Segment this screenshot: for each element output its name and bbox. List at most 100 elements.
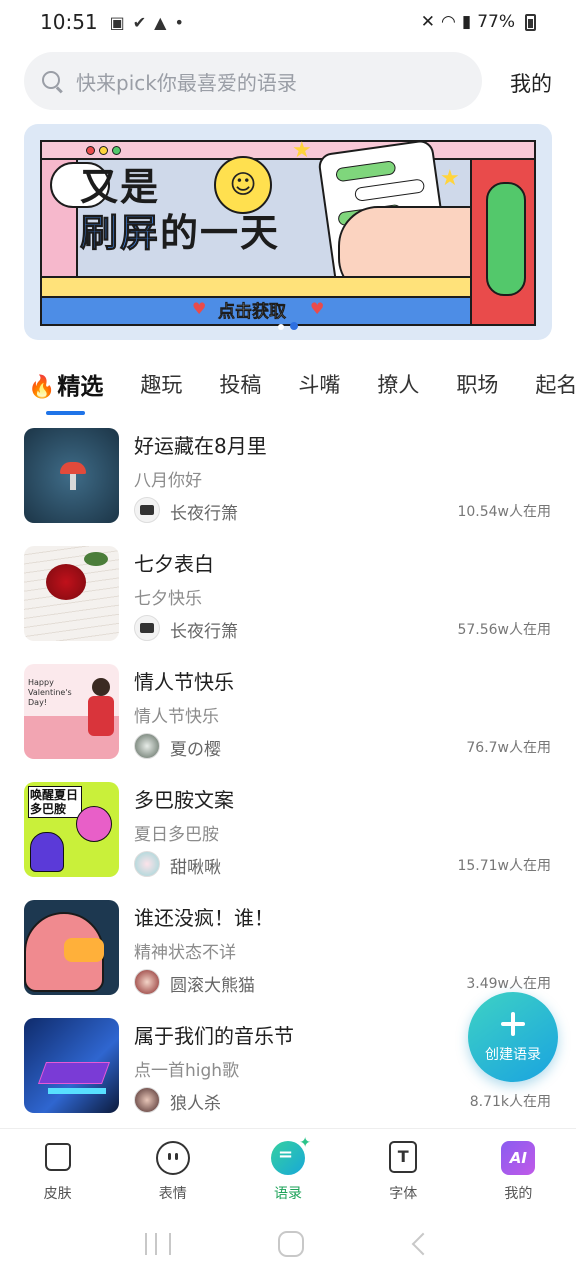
item-title: 七夕表白 [134, 552, 214, 576]
thumb-caption: 唤醒夏日多巴胺 [28, 786, 82, 818]
item-author: 长夜行箫 [170, 504, 238, 524]
plus-icon [501, 1012, 525, 1036]
status-time: 10:51 [40, 10, 98, 34]
status-bar: 10:51 ▣ ✔ ▲ • ✕ ◠ ▮ 77% [0, 0, 576, 44]
banner-pagination [24, 315, 552, 334]
face-icon [155, 1141, 190, 1175]
list-item[interactable]: 七夕表白 七夕快乐 长夜行箫 57.56w人在用 [0, 536, 576, 654]
list-item[interactable]: 好运藏在8月里 八月你好 长夜行箫 10.54w人在用 [0, 418, 576, 536]
avatar [134, 733, 160, 759]
light-bar [48, 1088, 106, 1094]
girl-dress [88, 696, 114, 736]
item-user-count: 76.7w人在用 [466, 740, 551, 756]
check-icon: ✔ [132, 12, 147, 32]
avatar [134, 969, 160, 995]
item-title: 多巴胺文案 [134, 788, 234, 812]
shirt-icon [44, 1143, 71, 1171]
umbrella-icon [60, 462, 86, 474]
girl-figure [92, 678, 110, 696]
nav-quotes[interactable]: 语录 [230, 1129, 345, 1208]
search-placeholder: 快来pick你最喜爱的语录 [76, 70, 297, 95]
battery-icon [525, 13, 536, 31]
page-dot-active [290, 322, 298, 330]
tab-workplace[interactable]: 职场 [456, 369, 498, 399]
tab-label: 精选 [57, 374, 104, 400]
item-subtitle: 点一首high歌 [134, 1061, 240, 1081]
item-thumbnail [24, 900, 119, 995]
tab-banter[interactable]: 斗嘴 [298, 369, 340, 399]
promo-banner[interactable]: 又是 刷屏的一天 ☺ ★ ★ ♥ ♥ 点击获取 [24, 124, 552, 340]
banner-title-highlight: 刷屏 [79, 211, 161, 256]
banner-yellow-strip [42, 276, 470, 296]
chat-bubble [335, 160, 397, 183]
mute-icon: ✕ [420, 12, 435, 32]
window-dot-icon [112, 146, 121, 155]
tab-submit[interactable]: 投稿 [219, 369, 261, 399]
font-icon [389, 1141, 418, 1173]
ai-icon: AI [501, 1141, 536, 1175]
avatar [134, 1087, 160, 1113]
window-dot-icon [99, 146, 108, 155]
battery-percent: 77% [477, 12, 515, 32]
status-right: ✕ ◠ ▮ 77% [421, 12, 536, 32]
item-thumbnail [24, 1018, 119, 1113]
nav-mine[interactable]: AI 我的 [461, 1129, 576, 1208]
category-tabs: 🔥精选 趣玩 投稿 斗嘴 撩人 职场 起名 [28, 360, 576, 415]
blob-monster [30, 832, 64, 872]
item-title: 情人节快乐 [134, 670, 234, 694]
star-icon: ★ [440, 166, 460, 191]
bottom-nav: 皮肤 表情 语录 字体 AI 我的 [0, 1128, 576, 1208]
item-user-count: 15.71w人在用 [457, 858, 551, 874]
create-quote-label: 创建语录 [485, 1047, 541, 1063]
nav-label: 表情 [158, 1186, 187, 1202]
recent-apps-icon[interactable] [145, 1233, 172, 1255]
tab-naming[interactable]: 起名 [535, 369, 576, 399]
rose-icon [46, 564, 86, 600]
signal-icon: ▮ [461, 12, 472, 32]
quote-icon [271, 1135, 311, 1175]
tab-flirt[interactable]: 撩人 [377, 369, 419, 399]
item-title: 谁还没疯！谁！ [134, 906, 274, 930]
nav-label: 皮肤 [43, 1186, 72, 1202]
mine-link[interactable]: 我的 [510, 68, 552, 98]
home-icon[interactable] [277, 1231, 304, 1257]
item-user-count: 57.56w人在用 [457, 622, 551, 638]
nav-label: 语录 [274, 1186, 302, 1202]
item-author: 夏の樱 [170, 740, 221, 760]
item-user-count: 8.71k人在用 [469, 1094, 551, 1110]
nav-emoji[interactable]: 表情 [115, 1129, 230, 1208]
smiley-icon: ☺ [214, 156, 272, 214]
search-icon [40, 69, 64, 93]
create-quote-button[interactable]: 创建语录 [468, 992, 558, 1082]
avatar [134, 851, 160, 877]
item-thumbnail: 唤醒夏日多巴胺 [24, 782, 119, 877]
item-thumbnail: Happy Valentine's Day! [24, 664, 119, 759]
search-bar[interactable]: 快来pick你最喜爱的语录 [24, 52, 482, 110]
chat-bubble [353, 178, 426, 202]
item-author: 甜啾啾 [170, 858, 221, 878]
nav-skin[interactable]: 皮肤 [0, 1129, 115, 1208]
list-item[interactable]: 唤醒夏日多巴胺 多巴胺文案 夏日多巴胺 甜啾啾 15.71w人在用 [0, 772, 576, 890]
item-subtitle: 情人节快乐 [134, 707, 219, 727]
roar-shape [64, 938, 104, 962]
nav-label: 我的 [504, 1186, 533, 1202]
thumb-caption: Happy Valentine's Day! [28, 678, 72, 707]
item-thumbnail [24, 428, 119, 523]
dot-icon: • [174, 12, 184, 32]
avatar [134, 615, 160, 641]
tab-fun[interactable]: 趣玩 [140, 369, 182, 399]
leaf-shape [84, 552, 108, 566]
item-author: 狼人杀 [170, 1094, 221, 1114]
page-dot [278, 324, 284, 330]
nav-font[interactable]: 字体 [346, 1129, 461, 1208]
item-author: 长夜行箫 [170, 622, 238, 642]
list-item[interactable]: Happy Valentine's Day! 情人节快乐 情人节快乐 夏の樱 7… [0, 654, 576, 772]
list-item[interactable]: 谁还没疯！谁！ 精神状态不详 圆滚大熊猫 3.49w人在用 [0, 890, 576, 1008]
back-icon[interactable] [411, 1232, 434, 1256]
item-subtitle: 八月你好 [134, 471, 202, 491]
tab-featured[interactable]: 🔥精选 [28, 367, 104, 415]
item-thumbnail [24, 546, 119, 641]
warning-icon: ▲ [154, 12, 167, 32]
system-nav-bar [0, 1208, 576, 1280]
item-subtitle: 夏日多巴胺 [134, 825, 219, 845]
